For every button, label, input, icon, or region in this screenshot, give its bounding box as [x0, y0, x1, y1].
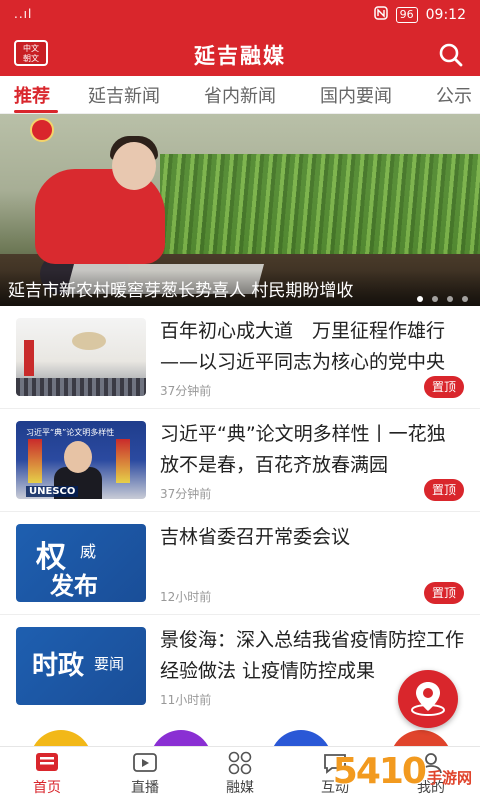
quick-entry-circle[interactable] — [30, 730, 92, 746]
location-pin-icon — [411, 682, 445, 716]
nav-live[interactable]: 直播 — [110, 751, 180, 797]
ceiling-graphic — [72, 332, 106, 350]
status-bar: ..ıl 96 09:12 — [0, 0, 480, 32]
news-title: 吉林省委召开常委会议 — [160, 526, 351, 548]
tab-recommend[interactable]: 推荐 — [14, 82, 50, 108]
speaker-face-graphic — [64, 441, 92, 473]
status-right: 96 09:12 — [373, 6, 466, 24]
live-icon — [132, 751, 158, 775]
category-tabs: 推荐 延吉新闻 省内新闻 国内要闻 公示 — [0, 76, 480, 114]
news-item[interactable]: 百年初心成大道 万里征程作雄行——以习近平同志为核心的党中央 37分钟前 置顶 — [0, 306, 480, 409]
carousel-dot[interactable] — [462, 296, 468, 302]
tab-indicator — [14, 110, 58, 113]
news-time: 12小时前 — [160, 590, 212, 604]
crowd-graphic — [16, 378, 146, 396]
clock: 09:12 — [425, 7, 466, 23]
thumbnail-header-text: 习近平“典”论文明多样性 — [26, 428, 115, 437]
news-icon — [34, 751, 60, 775]
nfc-icon — [373, 6, 388, 24]
carousel-dots — [417, 296, 468, 302]
news-title: 百年初心成大道 万里征程作雄行——以习近平同志为核心的党中央 — [160, 320, 446, 373]
quick-entry-circle[interactable] — [270, 730, 332, 746]
tab-national-news[interactable]: 国内要闻 — [320, 82, 392, 108]
flag-graphic — [28, 439, 42, 483]
news-thumbnail: 权 威 发布 — [16, 524, 146, 602]
news-thumbnail: 时政 要闻 — [16, 627, 146, 705]
location-button[interactable] — [398, 670, 458, 728]
channel-logo-icon — [30, 118, 54, 142]
thumbnail-small-text: 威 — [80, 542, 97, 561]
news-thumbnail: 习近平“典”论文明多样性 UNESCO — [16, 421, 146, 499]
page-title: 延吉融媒 — [194, 44, 286, 68]
thumbnail-small-text: 发布 — [50, 571, 98, 600]
news-thumbnail — [16, 318, 146, 396]
news-item[interactable]: 权 威 发布 吉林省委召开常委会议 12小时前 置顶 — [0, 512, 480, 615]
banner-image-person-head — [112, 142, 156, 190]
quick-entry-circle[interactable] — [390, 730, 452, 746]
watermark-number: 5410 — [332, 751, 427, 792]
banner-caption: 延吉市新农村暖窖芽葱长势喜人 村民期盼增收 — [8, 281, 354, 301]
watermark-text: 手游网 — [426, 769, 472, 787]
unesco-logo: UNESCO — [26, 486, 79, 497]
tab-notice[interactable]: 公示 — [436, 82, 472, 108]
watermark-logo: 5410 手游网 — [333, 752, 472, 792]
news-item[interactable]: 习近平“典”论文明多样性 UNESCO 习近平“典”论文明多样性丨一花独放不是春… — [0, 409, 480, 512]
thumbnail-small-text: 要闻 — [94, 655, 125, 673]
tab-yanji-news[interactable]: 延吉新闻 — [88, 82, 160, 108]
thumbnail-big-text: 时政 — [32, 651, 85, 681]
pinned-badge: 置顶 — [423, 479, 464, 501]
news-title: 习近平“典”论文明多样性丨一花独放不是春，百花齐放春满园 — [160, 423, 446, 476]
signal-indicator: ..ıl — [14, 7, 33, 21]
grid-icon — [227, 751, 253, 775]
quick-entry-row — [0, 730, 480, 746]
flag-graphic — [24, 340, 34, 376]
nav-label: 直播 — [131, 780, 159, 796]
carousel-dot[interactable] — [432, 296, 438, 302]
news-time: 37分钟前 — [160, 487, 212, 501]
nav-label: 融媒 — [226, 780, 254, 796]
battery-indicator: 96 — [395, 7, 418, 23]
news-time: 37分钟前 — [160, 384, 212, 398]
nav-home[interactable]: 首页 — [12, 751, 82, 797]
news-time: 11小时前 — [160, 693, 212, 707]
pinned-badge: 置顶 — [423, 582, 464, 604]
nav-media[interactable]: 融媒 — [205, 751, 275, 797]
quick-entry-circle[interactable] — [150, 730, 212, 746]
search-icon[interactable] — [438, 42, 464, 68]
banner-image-greens — [160, 154, 480, 264]
carousel-dot[interactable] — [447, 296, 453, 302]
banner-carousel[interactable]: 延吉市新农村暖窖芽葱长势喜人 村民期盼增收 — [0, 114, 480, 306]
tab-province-news[interactable]: 省内新闻 — [204, 82, 276, 108]
app-header: 中文 朝文 延吉融媒 — [0, 32, 480, 76]
carousel-dot[interactable] — [417, 296, 423, 302]
pinned-badge: 置顶 — [423, 376, 464, 398]
nav-label: 首页 — [33, 780, 61, 796]
flag-graphic — [116, 439, 130, 483]
